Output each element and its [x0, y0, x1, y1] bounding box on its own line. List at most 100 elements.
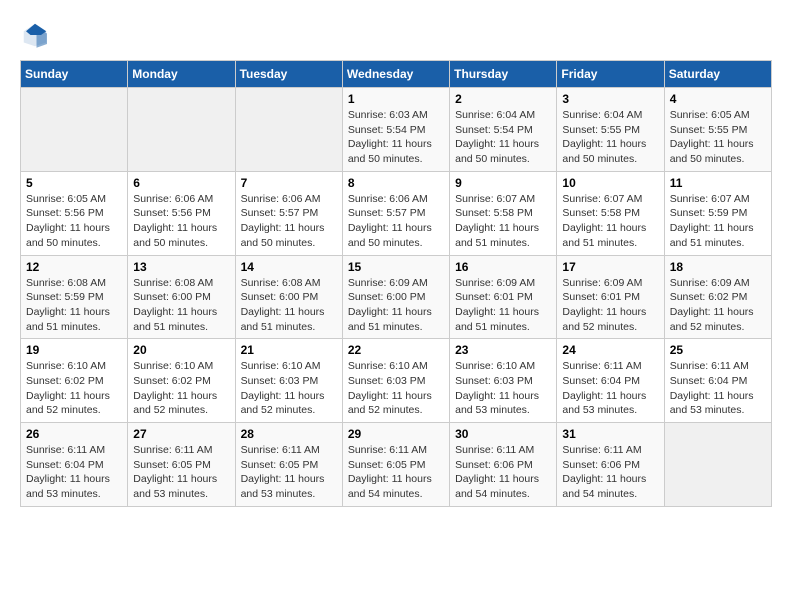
day-detail: Sunrise: 6:11 AMSunset: 6:04 PMDaylight:… — [26, 443, 122, 502]
day-number: 6 — [133, 176, 229, 190]
calendar-cell: 9 Sunrise: 6:07 AMSunset: 5:58 PMDayligh… — [450, 171, 557, 255]
day-number: 18 — [670, 260, 766, 274]
calendar-week-3: 12 Sunrise: 6:08 AMSunset: 5:59 PMDaylig… — [21, 255, 772, 339]
day-number: 11 — [670, 176, 766, 190]
day-number: 28 — [241, 427, 337, 441]
day-number: 17 — [562, 260, 658, 274]
day-number: 3 — [562, 92, 658, 106]
day-number: 20 — [133, 343, 229, 357]
day-number: 26 — [26, 427, 122, 441]
calendar-cell: 28 Sunrise: 6:11 AMSunset: 6:05 PMDaylig… — [235, 423, 342, 507]
day-number: 8 — [348, 176, 444, 190]
day-detail: Sunrise: 6:09 AMSunset: 6:01 PMDaylight:… — [562, 276, 658, 335]
calendar-cell: 3 Sunrise: 6:04 AMSunset: 5:55 PMDayligh… — [557, 88, 664, 172]
calendar-week-4: 19 Sunrise: 6:10 AMSunset: 6:02 PMDaylig… — [21, 339, 772, 423]
calendar-table: SundayMondayTuesdayWednesdayThursdayFrid… — [20, 60, 772, 507]
calendar-cell: 2 Sunrise: 6:04 AMSunset: 5:54 PMDayligh… — [450, 88, 557, 172]
day-detail: Sunrise: 6:09 AMSunset: 6:02 PMDaylight:… — [670, 276, 766, 335]
calendar-cell: 31 Sunrise: 6:11 AMSunset: 6:06 PMDaylig… — [557, 423, 664, 507]
calendar-cell: 16 Sunrise: 6:09 AMSunset: 6:01 PMDaylig… — [450, 255, 557, 339]
day-number: 19 — [26, 343, 122, 357]
page-header — [20, 20, 772, 50]
day-number: 9 — [455, 176, 551, 190]
calendar-cell: 26 Sunrise: 6:11 AMSunset: 6:04 PMDaylig… — [21, 423, 128, 507]
day-header-tuesday: Tuesday — [235, 61, 342, 88]
day-detail: Sunrise: 6:06 AMSunset: 5:57 PMDaylight:… — [348, 192, 444, 251]
calendar-cell: 29 Sunrise: 6:11 AMSunset: 6:05 PMDaylig… — [342, 423, 449, 507]
day-detail: Sunrise: 6:11 AMSunset: 6:06 PMDaylight:… — [562, 443, 658, 502]
day-detail: Sunrise: 6:07 AMSunset: 5:59 PMDaylight:… — [670, 192, 766, 251]
day-number: 16 — [455, 260, 551, 274]
day-detail: Sunrise: 6:10 AMSunset: 6:03 PMDaylight:… — [241, 359, 337, 418]
logo-icon — [20, 20, 50, 50]
calendar-cell: 19 Sunrise: 6:10 AMSunset: 6:02 PMDaylig… — [21, 339, 128, 423]
day-detail: Sunrise: 6:07 AMSunset: 5:58 PMDaylight:… — [562, 192, 658, 251]
calendar-cell: 20 Sunrise: 6:10 AMSunset: 6:02 PMDaylig… — [128, 339, 235, 423]
calendar-cell: 7 Sunrise: 6:06 AMSunset: 5:57 PMDayligh… — [235, 171, 342, 255]
day-detail: Sunrise: 6:04 AMSunset: 5:54 PMDaylight:… — [455, 108, 551, 167]
day-detail: Sunrise: 6:07 AMSunset: 5:58 PMDaylight:… — [455, 192, 551, 251]
logo — [20, 20, 54, 50]
day-number: 1 — [348, 92, 444, 106]
day-number: 25 — [670, 343, 766, 357]
day-number: 22 — [348, 343, 444, 357]
day-number: 2 — [455, 92, 551, 106]
day-detail: Sunrise: 6:11 AMSunset: 6:04 PMDaylight:… — [670, 359, 766, 418]
calendar-cell — [21, 88, 128, 172]
day-number: 14 — [241, 260, 337, 274]
day-number: 21 — [241, 343, 337, 357]
day-detail: Sunrise: 6:05 AMSunset: 5:56 PMDaylight:… — [26, 192, 122, 251]
day-detail: Sunrise: 6:08 AMSunset: 6:00 PMDaylight:… — [133, 276, 229, 335]
day-header-friday: Friday — [557, 61, 664, 88]
calendar-cell: 30 Sunrise: 6:11 AMSunset: 6:06 PMDaylig… — [450, 423, 557, 507]
calendar-cell: 5 Sunrise: 6:05 AMSunset: 5:56 PMDayligh… — [21, 171, 128, 255]
day-detail: Sunrise: 6:08 AMSunset: 6:00 PMDaylight:… — [241, 276, 337, 335]
day-detail: Sunrise: 6:11 AMSunset: 6:04 PMDaylight:… — [562, 359, 658, 418]
day-detail: Sunrise: 6:11 AMSunset: 6:06 PMDaylight:… — [455, 443, 551, 502]
day-number: 12 — [26, 260, 122, 274]
calendar-cell: 13 Sunrise: 6:08 AMSunset: 6:00 PMDaylig… — [128, 255, 235, 339]
calendar-cell: 10 Sunrise: 6:07 AMSunset: 5:58 PMDaylig… — [557, 171, 664, 255]
calendar-cell: 15 Sunrise: 6:09 AMSunset: 6:00 PMDaylig… — [342, 255, 449, 339]
day-detail: Sunrise: 6:05 AMSunset: 5:55 PMDaylight:… — [670, 108, 766, 167]
calendar-header-row: SundayMondayTuesdayWednesdayThursdayFrid… — [21, 61, 772, 88]
day-number: 29 — [348, 427, 444, 441]
calendar-cell: 22 Sunrise: 6:10 AMSunset: 6:03 PMDaylig… — [342, 339, 449, 423]
day-detail: Sunrise: 6:10 AMSunset: 6:02 PMDaylight:… — [133, 359, 229, 418]
day-number: 23 — [455, 343, 551, 357]
calendar-cell: 27 Sunrise: 6:11 AMSunset: 6:05 PMDaylig… — [128, 423, 235, 507]
calendar-cell: 25 Sunrise: 6:11 AMSunset: 6:04 PMDaylig… — [664, 339, 771, 423]
calendar-cell: 23 Sunrise: 6:10 AMSunset: 6:03 PMDaylig… — [450, 339, 557, 423]
day-number: 27 — [133, 427, 229, 441]
day-number: 31 — [562, 427, 658, 441]
day-detail: Sunrise: 6:08 AMSunset: 5:59 PMDaylight:… — [26, 276, 122, 335]
calendar-cell: 6 Sunrise: 6:06 AMSunset: 5:56 PMDayligh… — [128, 171, 235, 255]
calendar-week-5: 26 Sunrise: 6:11 AMSunset: 6:04 PMDaylig… — [21, 423, 772, 507]
day-header-thursday: Thursday — [450, 61, 557, 88]
day-detail: Sunrise: 6:09 AMSunset: 6:01 PMDaylight:… — [455, 276, 551, 335]
day-header-sunday: Sunday — [21, 61, 128, 88]
day-header-monday: Monday — [128, 61, 235, 88]
day-number: 24 — [562, 343, 658, 357]
day-detail: Sunrise: 6:10 AMSunset: 6:03 PMDaylight:… — [455, 359, 551, 418]
day-number: 15 — [348, 260, 444, 274]
calendar-cell: 14 Sunrise: 6:08 AMSunset: 6:00 PMDaylig… — [235, 255, 342, 339]
calendar-cell: 8 Sunrise: 6:06 AMSunset: 5:57 PMDayligh… — [342, 171, 449, 255]
day-detail: Sunrise: 6:11 AMSunset: 6:05 PMDaylight:… — [133, 443, 229, 502]
day-header-saturday: Saturday — [664, 61, 771, 88]
calendar-cell: 17 Sunrise: 6:09 AMSunset: 6:01 PMDaylig… — [557, 255, 664, 339]
calendar-cell: 11 Sunrise: 6:07 AMSunset: 5:59 PMDaylig… — [664, 171, 771, 255]
day-detail: Sunrise: 6:06 AMSunset: 5:56 PMDaylight:… — [133, 192, 229, 251]
day-detail: Sunrise: 6:10 AMSunset: 6:02 PMDaylight:… — [26, 359, 122, 418]
calendar-cell: 21 Sunrise: 6:10 AMSunset: 6:03 PMDaylig… — [235, 339, 342, 423]
calendar-cell: 1 Sunrise: 6:03 AMSunset: 5:54 PMDayligh… — [342, 88, 449, 172]
calendar-cell: 18 Sunrise: 6:09 AMSunset: 6:02 PMDaylig… — [664, 255, 771, 339]
calendar-cell: 24 Sunrise: 6:11 AMSunset: 6:04 PMDaylig… — [557, 339, 664, 423]
day-detail: Sunrise: 6:09 AMSunset: 6:00 PMDaylight:… — [348, 276, 444, 335]
calendar-cell — [664, 423, 771, 507]
calendar-cell: 4 Sunrise: 6:05 AMSunset: 5:55 PMDayligh… — [664, 88, 771, 172]
day-number: 4 — [670, 92, 766, 106]
calendar-cell: 12 Sunrise: 6:08 AMSunset: 5:59 PMDaylig… — [21, 255, 128, 339]
calendar-cell — [235, 88, 342, 172]
day-detail: Sunrise: 6:04 AMSunset: 5:55 PMDaylight:… — [562, 108, 658, 167]
